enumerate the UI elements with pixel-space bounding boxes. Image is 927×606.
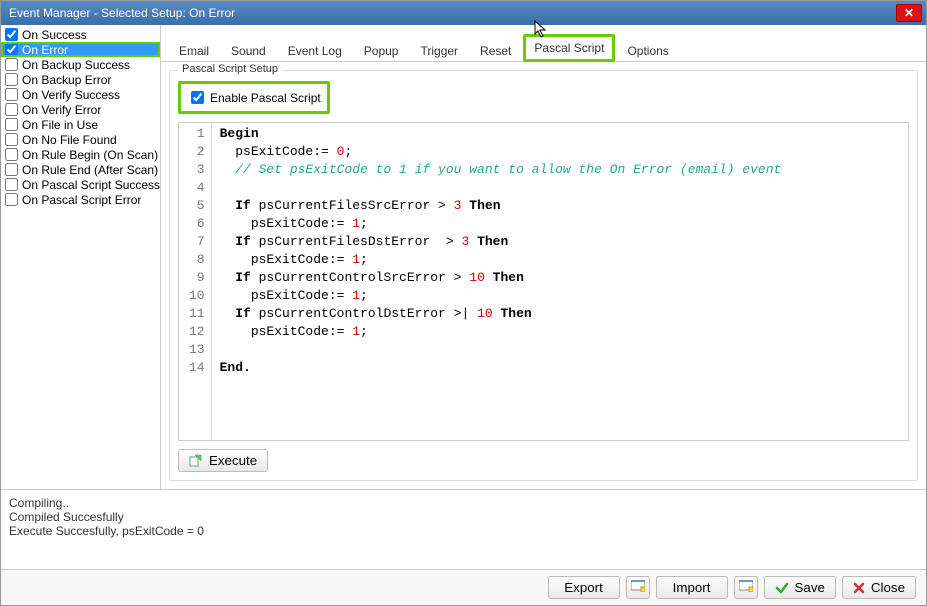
tab-body: Pascal Script Setup Enable Pascal Script… xyxy=(161,62,926,489)
execute-row: Execute xyxy=(170,449,917,480)
event-item[interactable]: On Verify Error xyxy=(1,102,160,117)
right-pane: EmailSoundEvent LogPopupTriggerResetPasc… xyxy=(161,25,926,489)
event-item[interactable]: On Rule Begin (On Scan) xyxy=(1,147,160,162)
event-item[interactable]: On Backup Success xyxy=(1,57,160,72)
event-item[interactable]: On Pascal Script Error xyxy=(1,192,160,207)
event-item[interactable]: On Pascal Script Success xyxy=(1,177,160,192)
enable-label: Enable Pascal Script xyxy=(210,91,321,105)
save-label: Save xyxy=(795,580,825,595)
titlebar: Event Manager - Selected Setup: On Error… xyxy=(1,1,926,25)
line-gutter: 1234567891011121314 xyxy=(179,123,212,440)
tab-bar: EmailSoundEvent LogPopupTriggerResetPasc… xyxy=(161,25,926,62)
export-label: Export xyxy=(564,580,603,595)
close-label: Close xyxy=(871,580,905,595)
save-button[interactable]: Save xyxy=(764,576,836,599)
event-checkbox[interactable] xyxy=(5,88,18,101)
footer: Export Import Save Close xyxy=(1,569,926,605)
event-label: On Pascal Script Success xyxy=(22,178,160,192)
event-label: On Backup Error xyxy=(22,73,111,87)
event-checkbox[interactable] xyxy=(5,163,18,176)
execute-label: Execute xyxy=(209,453,257,468)
event-checkbox[interactable] xyxy=(5,193,18,206)
tab-email[interactable]: Email xyxy=(169,38,219,62)
event-checkbox[interactable] xyxy=(5,148,18,161)
event-checkbox[interactable] xyxy=(5,28,18,41)
close-icon: ✕ xyxy=(904,6,914,20)
tab-options[interactable]: Options xyxy=(617,38,678,62)
event-item[interactable]: On No File Found xyxy=(1,132,160,147)
event-item[interactable]: On File in Use xyxy=(1,117,160,132)
export-button[interactable]: Export xyxy=(548,576,620,599)
event-checkbox[interactable] xyxy=(5,43,18,56)
event-label: On Verify Success xyxy=(22,88,120,102)
event-label: On Verify Error xyxy=(22,103,101,117)
event-label: On Pascal Script Error xyxy=(22,193,141,207)
close-button[interactable]: Close xyxy=(842,576,916,599)
event-label: On Backup Success xyxy=(22,58,130,72)
code-editor[interactable]: 1234567891011121314 Begin psExitCode:= 0… xyxy=(178,122,909,441)
output-log: Compiling.. Compiled Succesfully Execute… xyxy=(1,489,926,569)
open-dialog-icon xyxy=(739,580,753,595)
event-checkbox[interactable] xyxy=(5,58,18,71)
import-button[interactable]: Import xyxy=(656,576,728,599)
x-icon xyxy=(853,582,865,594)
execute-icon xyxy=(189,454,203,468)
event-list[interactable]: On SuccessOn ErrorOn Backup SuccessOn Ba… xyxy=(1,25,161,489)
event-item[interactable]: On Success xyxy=(1,27,160,42)
event-item[interactable]: On Verify Success xyxy=(1,87,160,102)
export-picker-button[interactable] xyxy=(626,576,650,599)
open-dialog-icon xyxy=(631,580,645,595)
event-checkbox[interactable] xyxy=(5,73,18,86)
event-label: On No File Found xyxy=(22,133,117,147)
window-close-button[interactable]: ✕ xyxy=(896,4,922,22)
event-checkbox[interactable] xyxy=(5,133,18,146)
event-item[interactable]: On Error xyxy=(1,42,160,57)
event-item[interactable]: On Rule End (After Scan) xyxy=(1,162,160,177)
event-label: On Rule End (After Scan) xyxy=(22,163,158,177)
group-legend: Pascal Script Setup xyxy=(178,63,282,75)
event-checkbox[interactable] xyxy=(5,103,18,116)
pascal-script-group: Pascal Script Setup Enable Pascal Script… xyxy=(169,70,918,481)
event-checkbox[interactable] xyxy=(5,118,18,131)
tab-event-log[interactable]: Event Log xyxy=(278,38,352,62)
import-label: Import xyxy=(673,580,711,595)
code-content[interactable]: Begin psExitCode:= 0; // Set psExitCode … xyxy=(212,123,790,440)
tab-pascal-script[interactable]: Pascal Script xyxy=(523,34,615,62)
event-item[interactable]: On Backup Error xyxy=(1,72,160,87)
import-picker-button[interactable] xyxy=(734,576,758,599)
event-checkbox[interactable] xyxy=(5,178,18,191)
tab-trigger[interactable]: Trigger xyxy=(410,38,468,62)
event-label: On Rule Begin (On Scan) xyxy=(22,148,158,162)
tab-popup[interactable]: Popup xyxy=(354,38,409,62)
enable-pascal-script-checkbox[interactable]: Enable Pascal Script xyxy=(178,81,330,114)
checkmark-icon xyxy=(775,581,789,595)
main-row: On SuccessOn ErrorOn Backup SuccessOn Ba… xyxy=(1,25,926,489)
event-label: On Success xyxy=(22,28,87,42)
tab-reset[interactable]: Reset xyxy=(470,38,521,62)
execute-button[interactable]: Execute xyxy=(178,449,268,472)
tab-sound[interactable]: Sound xyxy=(221,38,276,62)
event-label: On Error xyxy=(22,43,68,57)
window-title: Event Manager - Selected Setup: On Error xyxy=(9,6,896,20)
event-label: On File in Use xyxy=(22,118,98,132)
